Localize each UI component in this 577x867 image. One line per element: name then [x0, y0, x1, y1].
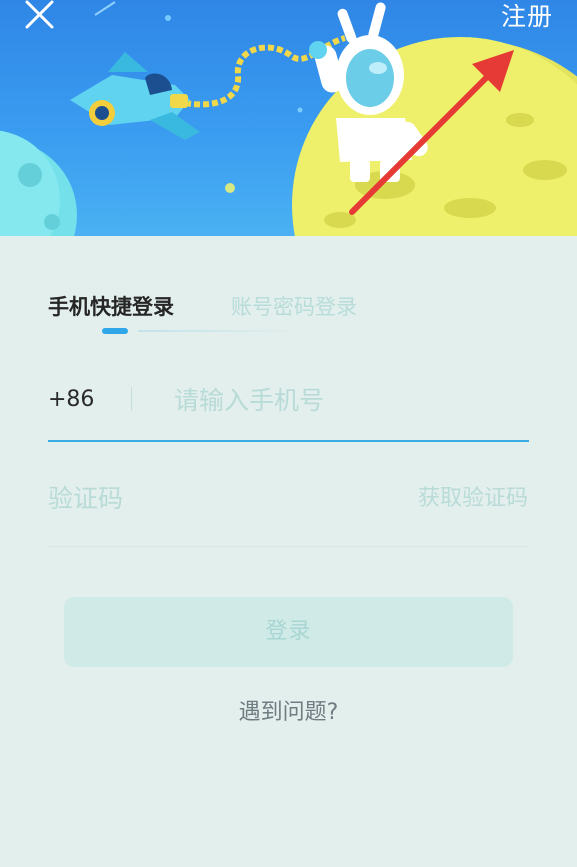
- country-code-selector[interactable]: +86: [48, 384, 94, 416]
- code-input-underline: [48, 546, 529, 547]
- phone-input-underline: [48, 440, 529, 442]
- close-button[interactable]: [22, 0, 58, 36]
- register-link[interactable]: 注册: [501, 0, 553, 34]
- tab-phone-quick-login[interactable]: 手机快捷登录: [48, 292, 174, 322]
- space-illustration: [0, 1, 577, 236]
- phone-number-input[interactable]: [174, 378, 524, 422]
- spaceship-illustration: [70, 52, 200, 140]
- verification-code-input[interactable]: [48, 476, 348, 520]
- active-tab-indicator: [102, 328, 128, 334]
- get-verification-code-button[interactable]: 获取验证码: [418, 483, 528, 515]
- help-link[interactable]: 遇到问题?: [0, 697, 577, 729]
- login-page: 注册 手机快捷登录 账号密码登录 +86 获取验证码 登录 遇到问题?: [0, 0, 577, 867]
- login-button[interactable]: 登录: [64, 597, 513, 667]
- left-planet: [0, 130, 77, 236]
- tab-divider: [138, 330, 308, 332]
- phone-field-divider: [131, 387, 132, 411]
- close-icon: [25, 0, 54, 29]
- tab-account-password-login[interactable]: 账号密码登录: [231, 292, 357, 322]
- header-banner: 注册: [0, 0, 577, 236]
